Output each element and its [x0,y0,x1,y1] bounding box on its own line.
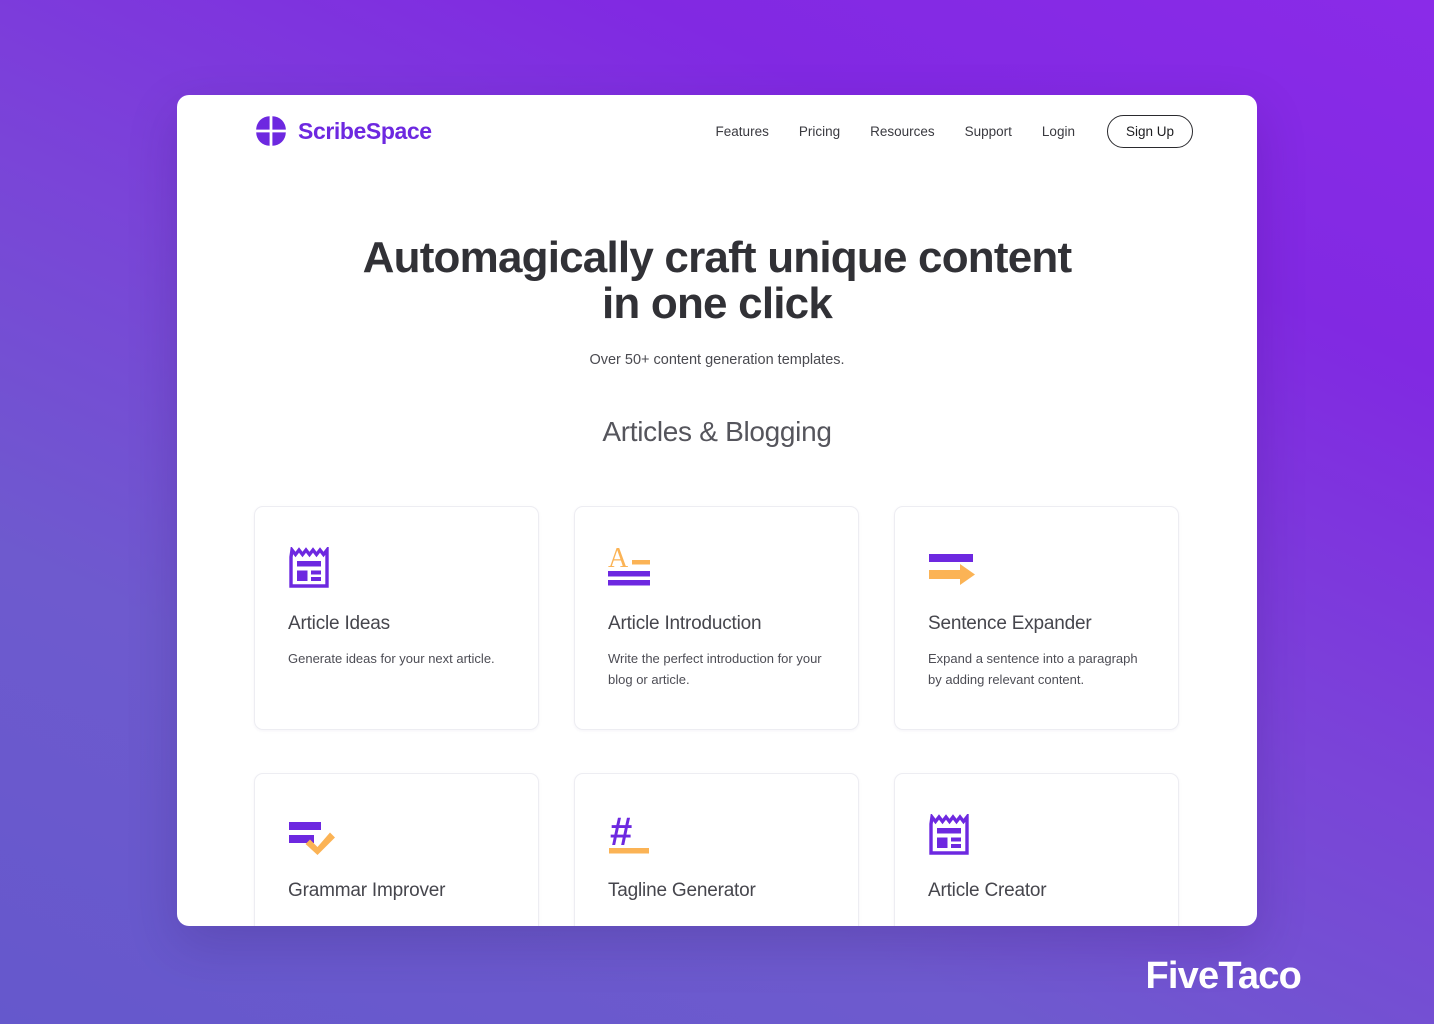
section-title: Articles & Blogging [602,415,832,447]
main-nav: Features Pricing Resources Support Login… [716,114,1193,148]
template-card-article-ideas[interactable]: Article Ideas Generate ideas for your ne… [254,505,539,730]
bar-arrow-right-icon [929,553,975,585]
template-title: Tagline Generator [608,879,756,901]
sign-up-button[interactable]: Sign Up [1106,114,1193,148]
nav-item-pricing[interactable]: Pricing [799,124,840,139]
template-icon-wrap: A [608,545,825,591]
brand-logo-link[interactable]: ScribeSpace [255,115,432,147]
template-card-tagline-generator[interactable]: # Tagline Generator [574,772,859,926]
template-icon-wrap: # [608,812,825,858]
template-description: Expand a sentence into a paragraph by ad… [928,650,1138,687]
template-card-article-creator[interactable]: Article Creator [894,772,1179,926]
template-icon-wrap [288,545,505,591]
site-preview-card: ScribeSpace Features Pricing Resources S… [177,95,1257,926]
nav-item-features[interactable]: Features [716,124,769,139]
hero-section: Automagically craft unique content in on… [177,167,1257,368]
scribespace-logo-icon [256,116,286,146]
brand-name: ScribeSpace [298,117,432,144]
template-title: Sentence Expander [928,612,1092,634]
template-card-sentence-expander[interactable]: Sentence Expander Expand a sentence into… [894,505,1179,730]
hero-subtitle: Over 50+ content generation templates. [589,351,845,368]
letter-a-lines-icon: A [608,546,650,585]
template-icon-wrap [928,545,1145,591]
template-card-grammar-improver[interactable]: Grammar Improver [254,772,539,926]
nav-item-login[interactable]: Login [1042,124,1075,139]
template-title: Article Creator [928,879,1047,901]
template-description: Generate ideas for your next article. [288,650,495,666]
article-layout-icon [929,813,969,855]
svg-text:A: A [608,546,629,574]
hashtag-icon: # [609,812,649,854]
template-title: Article Ideas [288,612,390,634]
template-title: Grammar Improver [288,879,446,901]
template-description: Write the perfect introduction for your … [608,650,822,687]
site-header: ScribeSpace Features Pricing Resources S… [177,95,1257,167]
lines-check-icon [289,821,335,855]
page-title: Automagically craft unique content in on… [177,235,1257,327]
nav-item-support[interactable]: Support [965,124,1012,139]
hero-title-line-2: in one click [601,278,833,328]
hero-title-line-1: Automagically craft unique content [362,233,1072,282]
template-title: Article Introduction [608,612,762,634]
template-card-article-introduction[interactable]: A Article Introduction Write the perfect… [574,505,859,730]
nav-item-resources[interactable]: Resources [870,124,935,139]
fivetaco-watermark: FiveTaco [1145,955,1301,997]
template-icon-wrap [288,812,505,858]
svg-text:#: # [610,812,632,854]
template-grid: Article Ideas Generate ideas for your ne… [254,505,1180,926]
article-layout-icon [289,546,329,588]
template-icon-wrap [928,812,1145,858]
